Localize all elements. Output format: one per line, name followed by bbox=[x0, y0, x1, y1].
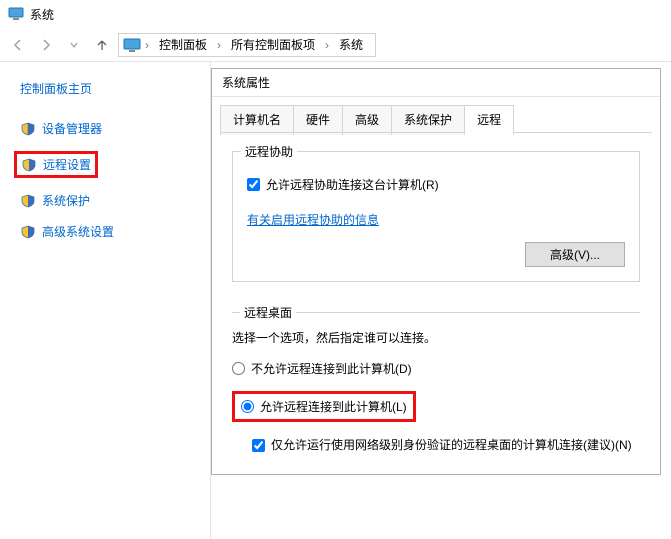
shield-icon bbox=[20, 224, 36, 240]
tab-system-protection[interactable]: 系统保护 bbox=[391, 105, 465, 135]
monitor-icon bbox=[123, 37, 141, 53]
nla-checkbox-input[interactable] bbox=[252, 439, 265, 452]
titlebar: 系统 bbox=[0, 0, 671, 28]
chevron-right-icon: › bbox=[323, 38, 331, 52]
fieldset-remote-assist: 远程协助 允许远程协助连接这台计算机(R) 有关启用远程协助的信息 高级(V).… bbox=[232, 151, 640, 282]
tab-hardware[interactable]: 硬件 bbox=[293, 105, 343, 135]
radio-disallow-label: 不允许远程连接到此计算机(D) bbox=[251, 360, 412, 377]
sidebar-item-label: 系统保护 bbox=[42, 192, 90, 209]
allow-remote-assist-input[interactable] bbox=[247, 178, 260, 191]
sidebar-item-label: 高级系统设置 bbox=[42, 223, 114, 240]
tab-remote[interactable]: 远程 bbox=[464, 105, 514, 135]
dialog-title: 系统属性 bbox=[222, 74, 270, 91]
radio-allow-label: 允许远程连接到此计算机(L) bbox=[260, 398, 407, 415]
radio-disallow-remote[interactable]: 不允许远程连接到此计算机(D) bbox=[232, 360, 640, 377]
sidebar-item-label: 设备管理器 bbox=[42, 120, 102, 137]
nla-checkbox-label: 仅允许运行使用网络级别身份验证的远程桌面的计算机连接(建议)(N) bbox=[271, 436, 632, 454]
sidebar: 控制面板主页 设备管理器 远程设置 系统保护 bbox=[0, 62, 210, 539]
highlight-box: 远程设置 bbox=[14, 151, 98, 178]
allow-remote-assist-checkbox[interactable]: 允许远程协助连接这台计算机(R) bbox=[247, 176, 625, 193]
highlight-box: 允许远程连接到此计算机(L) bbox=[232, 391, 416, 422]
control-panel-home-link[interactable]: 控制面板主页 bbox=[20, 80, 92, 98]
breadcrumb-item[interactable]: 控制面板 bbox=[151, 34, 215, 56]
nla-checkbox[interactable]: 仅允许运行使用网络级别身份验证的远程桌面的计算机连接(建议)(N) bbox=[252, 436, 640, 454]
up-button[interactable] bbox=[90, 33, 114, 57]
sidebar-item-device-manager[interactable]: 设备管理器 bbox=[20, 116, 198, 141]
recent-dropdown[interactable] bbox=[62, 33, 86, 57]
tabstrip: 计算机名 硬件 高级 系统保护 远程 bbox=[212, 97, 660, 135]
sidebar-item-label: 远程设置 bbox=[43, 156, 91, 173]
shield-icon bbox=[20, 121, 36, 137]
breadcrumb[interactable]: › 控制面板 › 所有控制面板项 › 系统 bbox=[118, 33, 376, 57]
allow-remote-assist-label: 允许远程协助连接这台计算机(R) bbox=[266, 176, 439, 193]
back-button[interactable] bbox=[6, 33, 30, 57]
sidebar-item-system-protection[interactable]: 系统保护 bbox=[20, 188, 198, 213]
shield-icon bbox=[21, 157, 37, 173]
chevron-right-icon: › bbox=[215, 38, 223, 52]
tab-computer-name[interactable]: 计算机名 bbox=[220, 105, 294, 135]
shield-icon bbox=[20, 193, 36, 209]
forward-button[interactable] bbox=[34, 33, 58, 57]
sidebar-item-advanced-system[interactable]: 高级系统设置 bbox=[20, 219, 198, 244]
radio-disallow-input[interactable] bbox=[232, 362, 245, 375]
breadcrumb-item[interactable]: 系统 bbox=[331, 34, 371, 56]
advanced-button[interactable]: 高级(V)... bbox=[525, 242, 625, 267]
legend-remote-desktop: 远程桌面 bbox=[240, 304, 296, 321]
radio-allow-remote[interactable]: 允许远程连接到此计算机(L) bbox=[241, 398, 407, 415]
content-area: 系统属性 计算机名 硬件 高级 系统保护 远程 远程协助 允许远程协助连接这台计… bbox=[210, 62, 671, 539]
tab-advanced[interactable]: 高级 bbox=[342, 105, 392, 135]
legend-remote-assist: 远程协助 bbox=[241, 143, 297, 160]
radio-allow-input[interactable] bbox=[241, 400, 254, 413]
system-properties-dialog: 系统属性 计算机名 硬件 高级 系统保护 远程 远程协助 允许远程协助连接这台计… bbox=[211, 68, 661, 475]
remote-assist-info-link[interactable]: 有关启用远程协助的信息 bbox=[247, 213, 379, 227]
dialog-titlebar: 系统属性 bbox=[212, 69, 660, 97]
chevron-right-icon: › bbox=[143, 38, 151, 52]
window-title: 系统 bbox=[30, 6, 54, 23]
tab-remote-body: 远程协助 允许远程协助连接这台计算机(R) 有关启用远程协助的信息 高级(V).… bbox=[212, 135, 660, 474]
system-icon bbox=[8, 6, 24, 22]
sidebar-item-remote-settings[interactable]: 远程设置 bbox=[20, 147, 198, 182]
nav-row: › 控制面板 › 所有控制面板项 › 系统 bbox=[0, 28, 671, 62]
fieldset-remote-desktop: 远程桌面 选择一个选项，然后指定谁可以连接。 不允许远程连接到此计算机(D) 允… bbox=[232, 312, 640, 454]
remote-desktop-desc: 选择一个选项，然后指定谁可以连接。 bbox=[232, 329, 640, 346]
breadcrumb-item[interactable]: 所有控制面板项 bbox=[223, 34, 323, 56]
